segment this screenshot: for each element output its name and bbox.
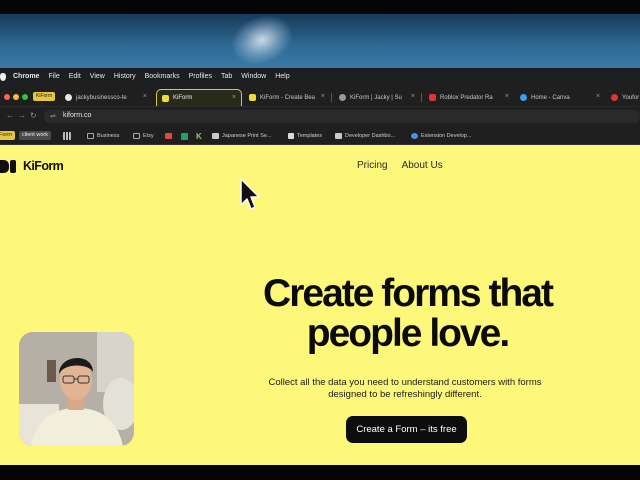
bookmark-label: Business	[97, 133, 120, 139]
back-icon[interactable]: ←	[6, 111, 14, 120]
menu-edit[interactable]: Edit	[69, 73, 81, 80]
forward-icon[interactable]: →	[18, 111, 26, 120]
browser-toolbar: ← → ↻ ⇌ kiform.co	[0, 107, 640, 126]
youtube-icon	[429, 94, 436, 101]
menu-help[interactable]: Help	[275, 73, 289, 80]
image-icon	[335, 133, 342, 139]
bookmark-label: Japanese Print Se...	[222, 133, 272, 139]
mac-menubar: Chrome File Edit View History Bookmarks …	[0, 68, 640, 85]
bookmark-label: Developer Dashbo...	[345, 133, 396, 139]
tab-kiform-create[interactable]: KiForm - Create Bea ×	[244, 89, 330, 106]
tab-github[interactable]: jackybusinessco-te ×	[60, 89, 152, 106]
window-minimize-icon[interactable]	[13, 94, 19, 100]
bookmark-templates[interactable]: Templates	[288, 131, 322, 141]
tab-title: KiForm - Create Bea	[260, 94, 316, 101]
tab-canva[interactable]: Home - Canva ×	[515, 89, 605, 106]
pinterest-icon	[611, 94, 618, 101]
create-form-button[interactable]: Create a Form – its free	[346, 416, 467, 443]
kiform-landing-page: KiForm Pricing About Us Create forms tha…	[0, 145, 640, 465]
bookmark-etsy[interactable]: Etsy	[133, 131, 154, 141]
tab-title: Youfor	[622, 94, 640, 101]
menu-tab[interactable]: Tab	[221, 73, 232, 80]
tab-kiform-active[interactable]: KiForm ×	[156, 89, 242, 106]
site-settings-icon[interactable]: ⇌	[50, 112, 56, 120]
kiform-logo-icon	[0, 159, 17, 173]
bookmark-japanese-print[interactable]: Japanese Print Se...	[212, 131, 272, 141]
presenter-video	[19, 332, 134, 446]
tab-title: jackybusinessco-te	[76, 94, 127, 101]
bookmark-k[interactable]: K	[196, 131, 202, 141]
url-text: kiform.co	[63, 112, 92, 119]
desktop-wallpaper	[0, 14, 640, 68]
tab-close-icon[interactable]: ×	[411, 93, 415, 100]
image-icon	[212, 133, 219, 139]
github-icon	[65, 94, 72, 101]
window-close-icon[interactable]	[4, 94, 10, 100]
linear-icon	[339, 94, 346, 101]
apple-icon[interactable]	[0, 72, 6, 81]
tab-youtube[interactable]: Roblox Predator Ra ×	[424, 89, 514, 106]
tab-close-icon[interactable]: ×	[505, 93, 509, 100]
menu-profiles[interactable]: Profiles	[189, 73, 212, 80]
webcam-overlay	[19, 332, 134, 446]
bookmark-business[interactable]: Business	[87, 131, 119, 141]
menu-app-name[interactable]: Chrome	[13, 73, 39, 80]
bookmark-chip-client-work[interactable]: client work	[19, 131, 51, 140]
tab-linear[interactable]: KiForm | Jacky | Su ×	[334, 89, 420, 106]
mouse-cursor-icon	[240, 178, 260, 210]
bookmarks-bar: Form client work Business Etsy K Japanes…	[0, 126, 640, 145]
apps-grid-icon[interactable]	[63, 131, 74, 141]
canva-icon	[520, 94, 527, 101]
tab-title: KiForm | Jacky | Su	[350, 94, 402, 101]
doc-icon	[288, 133, 294, 139]
tab-group-chip[interactable]: KiForm	[33, 92, 56, 101]
address-bar[interactable]: ⇌ kiform.co	[44, 110, 640, 123]
bookmark-label: Extension Develop...	[421, 133, 472, 139]
tab-title: Roblox Predator Ra	[440, 94, 493, 101]
tab-close-icon[interactable]: ×	[232, 94, 236, 101]
tab-close-icon[interactable]: ×	[321, 93, 325, 100]
tab-title: KiForm	[173, 95, 193, 101]
kiform-icon	[249, 94, 256, 101]
bookmark-chip-form[interactable]: Form	[0, 131, 15, 140]
bookmark-label: Templates	[297, 133, 323, 139]
menu-file[interactable]: File	[48, 73, 59, 80]
kiform-icon	[162, 94, 169, 102]
screen-recording-frame: Chrome File Edit View History Bookmarks …	[0, 0, 640, 480]
hero-title: Create forms that people love.	[263, 272, 554, 355]
k-icon: K	[196, 131, 202, 141]
gmail-icon	[165, 133, 172, 139]
site-nav: Pricing About Us	[357, 160, 457, 171]
bookmark-gmail[interactable]	[165, 131, 175, 141]
folder-icon	[87, 133, 94, 139]
bookmark-extension-develop[interactable]: Extension Develop...	[411, 131, 471, 141]
nav-pricing[interactable]: Pricing	[357, 160, 388, 171]
menu-window[interactable]: Window	[241, 73, 266, 80]
bookmark-label: Etsy	[143, 133, 154, 139]
logo-text: KiForm	[23, 159, 64, 173]
site-logo[interactable]: KiForm	[0, 159, 64, 173]
folder-icon	[133, 133, 140, 139]
menu-history[interactable]: History	[114, 73, 136, 80]
bookmark-sheets[interactable]	[181, 131, 191, 141]
hero-subtitle: Collect all the data you need to underst…	[268, 377, 542, 400]
tab-title: Home - Canva	[531, 94, 570, 101]
menu-bookmarks[interactable]: Bookmarks	[145, 73, 180, 80]
tab-close-icon[interactable]: ×	[143, 93, 147, 100]
globe-icon	[411, 133, 418, 139]
letterbox-top	[0, 0, 640, 14]
letterbox-bottom	[0, 465, 640, 480]
nav-about-us[interactable]: About Us	[402, 160, 443, 171]
tab-pinterest[interactable]: Youfor	[606, 89, 640, 106]
reload-icon[interactable]: ↻	[30, 111, 37, 120]
sheets-icon	[181, 132, 188, 140]
tab-close-icon[interactable]: ×	[596, 93, 600, 100]
menu-view[interactable]: View	[90, 73, 105, 80]
browser-tab-strip: jackybusinessco-te × KiForm × KiForm - C…	[0, 85, 640, 107]
bookmark-developer-dashboard[interactable]: Developer Dashbo...	[335, 131, 395, 141]
window-zoom-icon[interactable]	[22, 94, 28, 100]
